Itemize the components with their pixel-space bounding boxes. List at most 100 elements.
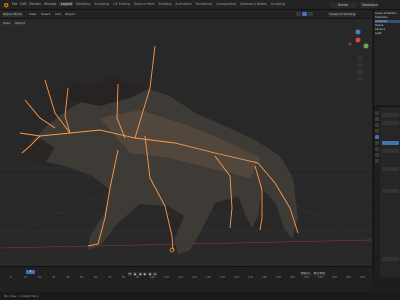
view-menu[interactable]: View (28, 12, 37, 17)
view-layer-name: ViewLayer (362, 2, 379, 7)
physics-tab-icon[interactable] (375, 147, 379, 151)
perspective-toggle-icon[interactable] (357, 76, 363, 82)
add-menu[interactable]: Add (54, 12, 62, 17)
modifier-tab-icon[interactable] (375, 141, 379, 145)
object-tab-icon[interactable] (375, 135, 379, 139)
timeline-tick-label: 60 (94, 276, 98, 279)
timeline-tick-label: 200 (290, 276, 295, 279)
blender-logo-icon[interactable] (3, 2, 9, 8)
scene-name: Scene (338, 2, 348, 7)
timeline-tick-label: 160 (234, 276, 239, 279)
scene-selector[interactable]: Scene (330, 1, 356, 8)
tab-animation[interactable]: Animation (174, 2, 192, 6)
viewport-shading-material-icon[interactable] (302, 12, 307, 16)
property-field[interactable] (382, 167, 399, 171)
tool-header: Pose Object (0, 19, 372, 27)
outliner-row-selected[interactable]: Armature (375, 20, 400, 23)
object-button[interactable]: Object (14, 20, 26, 26)
view-layer-selector[interactable]: ViewLayer (360, 1, 378, 8)
timeline-tick-label: 210 (304, 276, 309, 279)
properties-tab-column (374, 107, 380, 277)
main-menu: File Edit Render Window Help (12, 2, 67, 6)
timeline-tick-label: 120 (178, 276, 183, 279)
outliner-row[interactable]: Collection (375, 16, 388, 19)
tab-geometry-nodes[interactable]: Geometry Nodes (239, 2, 268, 6)
pose-button[interactable]: Pose (2, 20, 11, 26)
property-field-active[interactable] (382, 141, 399, 145)
timeline-tick-label: 140 (206, 276, 211, 279)
timeline-tick-label: 0 (10, 276, 12, 279)
tab-texture-paint[interactable]: Texture Paint (133, 2, 156, 6)
scene-tab-icon[interactable] (375, 129, 379, 133)
properties-panel (373, 106, 400, 277)
tab-sculpting[interactable]: Sculpting (93, 2, 110, 6)
timeline-tick-label: 50 (80, 276, 84, 279)
timeline-tick-label: 220 (318, 276, 323, 279)
timeline-tick-label: 110 (164, 276, 169, 279)
object-menu[interactable]: Object (64, 12, 76, 17)
timeline-tick-label: 240 (346, 276, 351, 279)
menu-window[interactable]: Window (44, 2, 57, 6)
zoom-icon[interactable] (357, 55, 363, 61)
tab-shading[interactable]: Shading (157, 2, 172, 6)
tab-rendering[interactable]: Rendering (195, 2, 213, 6)
timeline-tick-label: 130 (192, 276, 197, 279)
timeline-tick-label: 170 (248, 276, 253, 279)
timeline-tick-label: 180 (262, 276, 267, 279)
bone-tab-icon[interactable] (375, 159, 379, 163)
output-tab-icon[interactable] (375, 123, 379, 127)
timeline-tick-label: 20 (38, 276, 42, 279)
3d-viewport[interactable] (0, 18, 372, 266)
timeline-tick-label: 70 (108, 276, 112, 279)
pan-icon[interactable] (357, 62, 363, 68)
outliner-row[interactable]: Light (375, 32, 381, 35)
property-field[interactable] (382, 149, 399, 153)
timeline-tick-label: 190 (276, 276, 281, 279)
timeline-tick-label: 150 (220, 276, 225, 279)
property-field[interactable] (382, 257, 399, 261)
property-field[interactable] (382, 189, 399, 193)
property-field[interactable] (382, 121, 399, 125)
mode-selector[interactable]: Object Mode (2, 11, 23, 17)
timeline-tick-label: 90 (136, 276, 140, 279)
select-menu[interactable]: Select (40, 12, 51, 17)
tool-tab-icon[interactable] (375, 111, 379, 115)
status-bar: Pan View · Context Menu (0, 292, 400, 300)
top-menu-bar: File Edit Render Window Help Layout Mode… (0, 0, 400, 10)
render-tab-icon[interactable] (375, 117, 379, 121)
outliner-row[interactable]: Hyena (375, 24, 383, 27)
current-frame-indicator[interactable]: 1 (26, 270, 35, 274)
timeline-ruler[interactable]: 0 10 20 30 40 50 60 70 80 90 100 110 120 130 140 150 160… (0, 276, 372, 281)
timeline-tick-label: 40 (66, 276, 70, 279)
timeline-tick-label: 250 (360, 276, 365, 279)
data-tab-icon[interactable] (375, 153, 379, 157)
outliner-panel: Scene Collection Collection Armature Hye… (373, 10, 400, 105)
status-text: Pan View · Context Menu (4, 294, 39, 298)
timeline-tick-label: 30 (52, 276, 56, 279)
tab-uv-editing[interactable]: UV Editing (112, 2, 131, 6)
3d-cursor-icon[interactable] (169, 247, 175, 253)
tab-modeling[interactable]: Modeling (75, 2, 92, 6)
viewport-scene (0, 29, 372, 266)
outliner-row[interactable]: Scene Collection (375, 12, 397, 15)
property-field[interactable] (382, 113, 399, 117)
navigation-gizmo[interactable] (348, 29, 369, 49)
tab-layout[interactable]: Layout (60, 1, 73, 6)
timeline-tick-label: 100 (150, 276, 155, 279)
tab-scripting[interactable]: Scripting (270, 2, 286, 6)
viewport-shading-rendered-icon[interactable] (308, 12, 313, 16)
viewport-shading-dropdown[interactable]: Viewport Shading (328, 11, 357, 17)
menu-edit[interactable]: Edit (20, 2, 26, 6)
camera-view-icon[interactable] (357, 69, 363, 75)
timeline-tick-label: 230 (332, 276, 337, 279)
workspace-tabs: Layout Modeling Sculpting UV Editing Tex… (60, 1, 286, 6)
tab-compositing[interactable]: Compositing (215, 2, 237, 6)
viewport-shading-solid-icon[interactable] (296, 12, 301, 16)
hyena-model (20, 76, 298, 254)
timeline-tick-label: 80 (122, 276, 126, 279)
viewport-header: Object Mode View Select Add Object Viewp… (0, 10, 372, 19)
menu-render[interactable]: Render (30, 2, 41, 6)
outliner-row[interactable]: Camera (375, 28, 385, 31)
timeline-tick-label: 10 (24, 276, 28, 279)
menu-file[interactable]: File (12, 2, 17, 6)
